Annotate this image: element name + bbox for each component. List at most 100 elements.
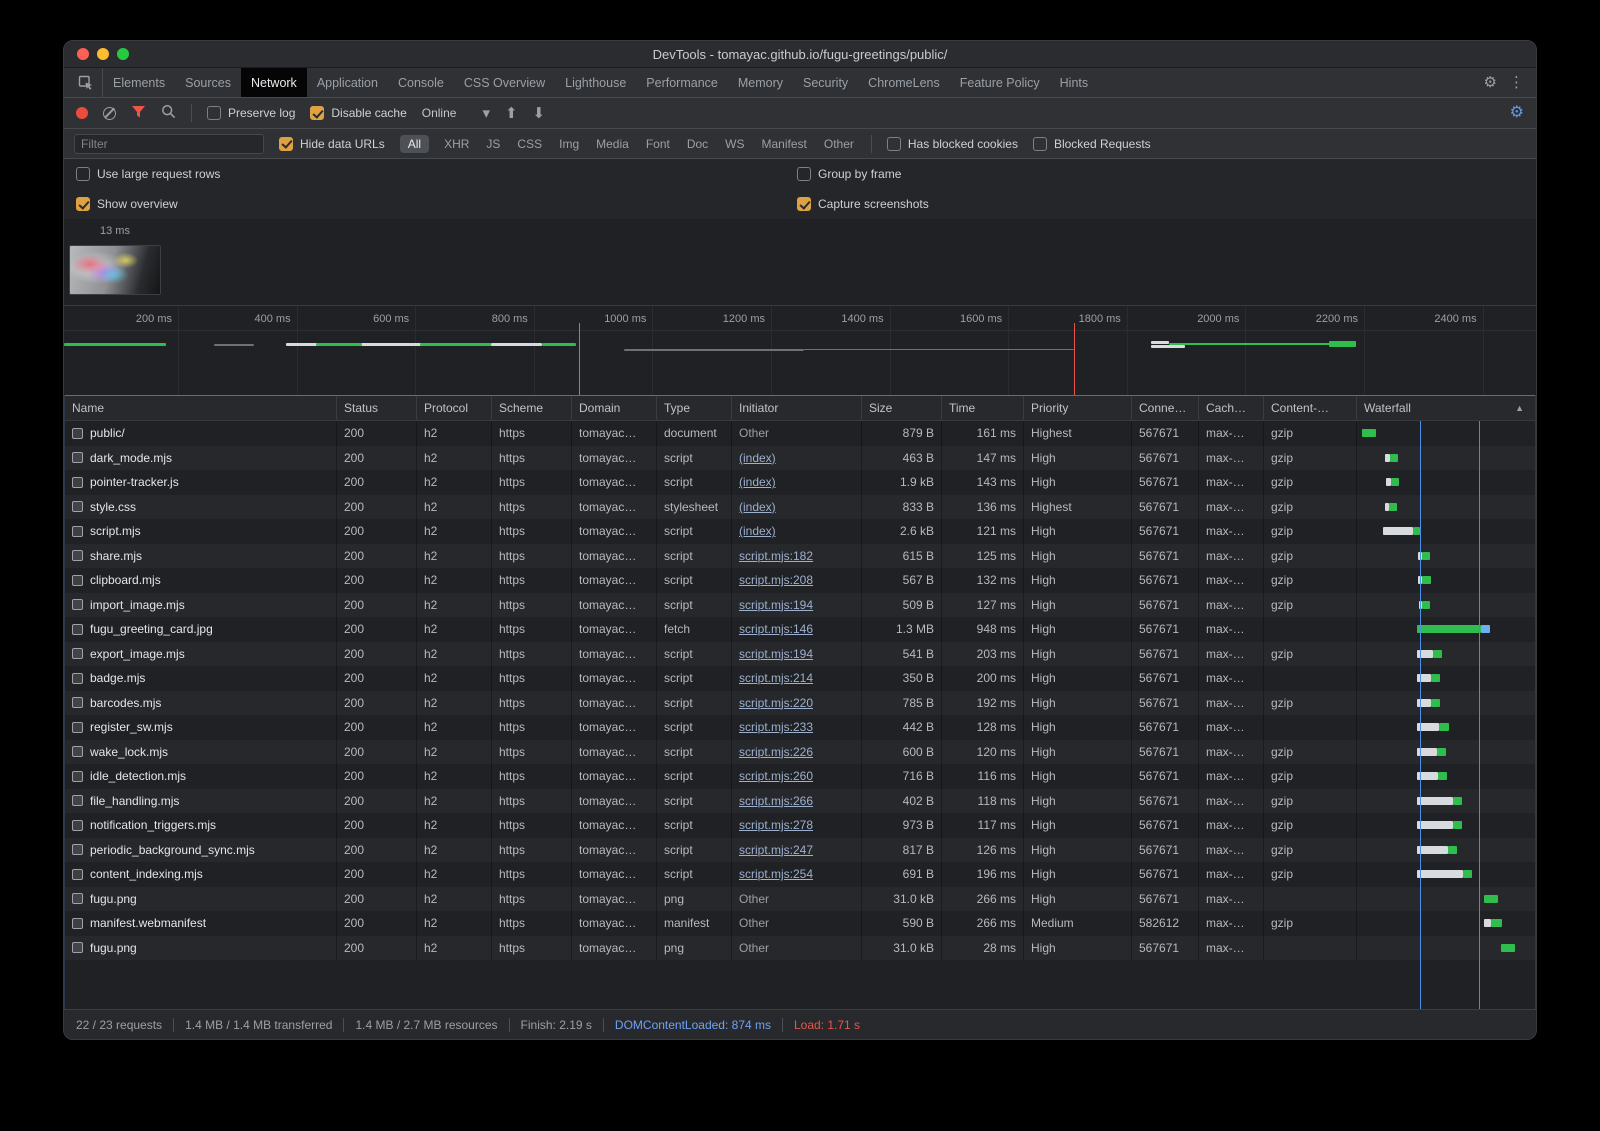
request-row[interactable]: script.mjs 200 h2 https tomayac… script … [65,519,1535,544]
initiator-link[interactable]: (index) [739,524,776,538]
tab-elements[interactable]: Elements [103,68,175,97]
import-har-icon[interactable]: ⬆ [505,106,518,121]
initiator-link[interactable]: script.mjs:214 [739,671,813,685]
request-row[interactable]: share.mjs 200 h2 https tomayac… script s… [65,544,1535,569]
type-filter-media[interactable]: Media [594,135,631,153]
initiator-link[interactable]: script.mjs:247 [739,843,813,857]
request-row[interactable]: fugu.png 200 h2 https tomayac… png Other… [65,887,1535,912]
has-blocked-cookies-checkbox[interactable]: Has blocked cookies [887,137,1018,151]
blocked-requests-checkbox[interactable]: Blocked Requests [1033,137,1151,151]
request-row[interactable]: dark_mode.mjs 200 h2 https tomayac… scri… [65,446,1535,471]
request-row[interactable]: barcodes.mjs 200 h2 https tomayac… scrip… [65,691,1535,716]
initiator-link[interactable]: script.mjs:146 [739,622,813,636]
request-row[interactable]: content_indexing.mjs 200 h2 https tomaya… [65,862,1535,887]
export-har-icon[interactable]: ⬇ [533,106,546,121]
capture-screenshots-checkbox[interactable]: Capture screenshots [797,197,929,211]
column-header-time[interactable]: Time [942,396,1024,420]
request-row[interactable]: idle_detection.mjs 200 h2 https tomayac…… [65,764,1535,789]
tab-performance[interactable]: Performance [636,68,728,97]
column-header-waterfall[interactable]: Waterfall ▲ [1357,396,1535,420]
initiator-link[interactable]: (index) [739,500,776,514]
tab-sources[interactable]: Sources [175,68,241,97]
request-row[interactable]: import_image.mjs 200 h2 https tomayac… s… [65,593,1535,618]
type-filter-xhr[interactable]: XHR [442,135,471,153]
type-filter-img[interactable]: Img [557,135,581,153]
initiator-link[interactable]: script.mjs:220 [739,696,813,710]
group-by-frame-checkbox[interactable]: Group by frame [797,167,901,181]
column-header-type[interactable]: Type [657,396,732,420]
initiator-link[interactable]: script.mjs:208 [739,573,813,587]
request-row[interactable]: fugu_greeting_card.jpg 200 h2 https toma… [65,617,1535,642]
tab-css-overview[interactable]: CSS Overview [454,68,555,97]
inspect-element-icon[interactable] [70,68,103,97]
initiator-link[interactable]: script.mjs:194 [739,598,813,612]
tab-hints[interactable]: Hints [1050,68,1098,97]
kebab-menu-icon[interactable]: ⋮ [1509,75,1524,90]
hide-data-urls-checkbox[interactable]: Hide data URLs [279,137,385,151]
request-row[interactable]: register_sw.mjs 200 h2 https tomayac… sc… [65,715,1535,740]
request-row[interactable]: manifest.webmanifest 200 h2 https tomaya… [65,911,1535,936]
clear-network-log-icon[interactable] [103,107,116,120]
request-row[interactable]: public/ 200 h2 https tomayac… document O… [65,421,1535,446]
initiator-link[interactable]: script.mjs:233 [739,720,813,734]
show-overview-checkbox[interactable]: Show overview [76,197,178,211]
record-network-log-button[interactable] [76,107,88,119]
column-header-domain[interactable]: Domain [572,396,657,420]
column-header-connection[interactable]: Conne… [1132,396,1199,420]
column-header-name[interactable]: Name [65,396,337,420]
use-large-request-rows-checkbox[interactable]: Use large request rows [76,167,220,181]
tab-memory[interactable]: Memory [728,68,793,97]
network-overview[interactable]: 200 ms400 ms600 ms800 ms1000 ms1200 ms14… [64,305,1536,395]
column-header-priority[interactable]: Priority [1024,396,1132,420]
column-header-size[interactable]: Size [862,396,942,420]
type-filter-css[interactable]: CSS [515,135,544,153]
column-header-status[interactable]: Status [337,396,417,420]
column-header-cache[interactable]: Cach… [1199,396,1264,420]
initiator-link[interactable]: script.mjs:260 [739,769,813,783]
request-row[interactable]: wake_lock.mjs 200 h2 https tomayac… scri… [65,740,1535,765]
column-header-scheme[interactable]: Scheme [492,396,572,420]
request-row[interactable]: style.css 200 h2 https tomayac… styleshe… [65,495,1535,520]
initiator-link[interactable]: script.mjs:194 [739,647,813,661]
initiator-link[interactable]: script.mjs:182 [739,549,813,563]
initiator-link[interactable]: script.mjs:266 [739,794,813,808]
request-row[interactable]: fugu.png 200 h2 https tomayac… png Other… [65,936,1535,961]
column-header-initiator[interactable]: Initiator [732,396,862,420]
disable-cache-checkbox[interactable]: Disable cache [310,106,406,120]
type-filter-font[interactable]: Font [644,135,672,153]
request-row[interactable]: notification_triggers.mjs 200 h2 https t… [65,813,1535,838]
initiator-link[interactable]: script.mjs:278 [739,818,813,832]
tab-lighthouse[interactable]: Lighthouse [555,68,636,97]
tab-console[interactable]: Console [388,68,454,97]
network-settings-gear-icon[interactable]: ⚙ [1510,105,1524,121]
search-icon[interactable] [161,104,176,122]
initiator-link[interactable]: script.mjs:254 [739,867,813,881]
request-row[interactable]: file_handling.mjs 200 h2 https tomayac… … [65,789,1535,814]
request-row[interactable]: badge.mjs 200 h2 https tomayac… script s… [65,666,1535,691]
type-filter-all[interactable]: All [400,135,429,153]
type-filter-other[interactable]: Other [822,135,856,153]
column-header-protocol[interactable]: Protocol [417,396,492,420]
initiator-link[interactable]: (index) [739,475,776,489]
tab-chromelens[interactable]: ChromeLens [858,68,950,97]
initiator-link[interactable]: script.mjs:226 [739,745,813,759]
tab-application[interactable]: Application [307,68,388,97]
request-row[interactable]: export_image.mjs 200 h2 https tomayac… s… [65,642,1535,667]
request-row[interactable]: clipboard.mjs 200 h2 https tomayac… scri… [65,568,1535,593]
tab-feature-policy[interactable]: Feature Policy [950,68,1050,97]
column-header-content-encoding[interactable]: Content-… [1264,396,1357,420]
request-row[interactable]: pointer-tracker.js 200 h2 https tomayac…… [65,470,1535,495]
preserve-log-checkbox[interactable]: Preserve log [207,106,295,120]
type-filter-js[interactable]: JS [484,135,502,153]
throttling-dropdown[interactable]: Online ▾ [422,106,490,121]
type-filter-manifest[interactable]: Manifest [760,135,809,153]
tab-security[interactable]: Security [793,68,858,97]
settings-gear-icon[interactable]: ⚙ [1484,75,1497,90]
filter-input[interactable] [74,134,264,154]
tab-network[interactable]: Network [241,68,307,97]
initiator-link[interactable]: (index) [739,451,776,465]
filter-funnel-icon[interactable] [131,105,146,122]
request-row[interactable]: periodic_background_sync.mjs 200 h2 http… [65,838,1535,863]
screenshot-thumbnail[interactable] [69,245,161,295]
type-filter-ws[interactable]: WS [723,135,746,153]
